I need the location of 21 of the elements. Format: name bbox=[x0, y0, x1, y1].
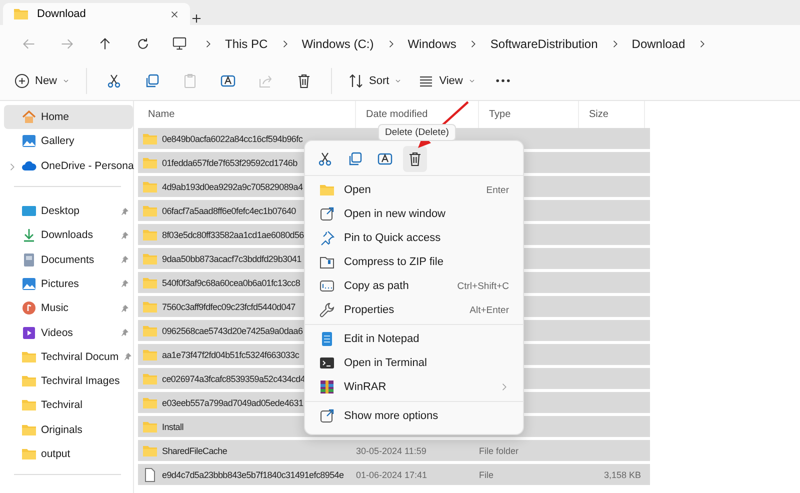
file-size: 3,158 KB bbox=[604, 470, 641, 480]
file-type: File bbox=[479, 470, 494, 480]
file-name: 0e849b0acfa6022a84cc16cf594b96fc bbox=[162, 134, 303, 144]
file-name: aa1e73f47f2fd04b51fc5324f663033c bbox=[162, 350, 300, 360]
file-name: 01fedda657fde7f653f29592cd1746b bbox=[162, 158, 298, 168]
date-modified: 01-06-2024 17:41 bbox=[356, 470, 428, 480]
file-name: e9d4c7d5a23bbb843e5b7f1840c31491efc8954e bbox=[162, 470, 344, 480]
file-type: File folder bbox=[479, 446, 519, 456]
file-name: Install bbox=[162, 422, 184, 432]
file-name: 8f03e5dc80ff33582aa1cd1ae6080d56 bbox=[162, 230, 304, 240]
file-name: SharedFileCache bbox=[162, 446, 228, 456]
file-name: 06facf7a5aad8ff6e0fefc4ec1b07640 bbox=[162, 206, 296, 216]
date-modified: 30-05-2024 11:59 bbox=[356, 446, 426, 456]
file-name: ce026974a3fcafc8539359a52c434cd4 bbox=[162, 374, 306, 384]
file-name: 540f0f3af9c68a60cea0b6a01fc13cc8 bbox=[162, 278, 300, 288]
file-name: 4d9ab193d0ea9292a9c705829089a4 bbox=[162, 182, 303, 192]
file-name: e03eeb557a799ad7049ad05ede4631 bbox=[162, 398, 304, 408]
file-name: 7560c3aff9fdfec09c23fcfd5440d047 bbox=[162, 302, 296, 312]
file-name: 9daa50bb873acacf7c3bddfd29b3041 bbox=[162, 254, 302, 264]
file-name: 0962568cae5743d20e7425a9a0daa6 bbox=[162, 326, 303, 336]
tooltip: Delete (Delete) bbox=[378, 124, 456, 141]
